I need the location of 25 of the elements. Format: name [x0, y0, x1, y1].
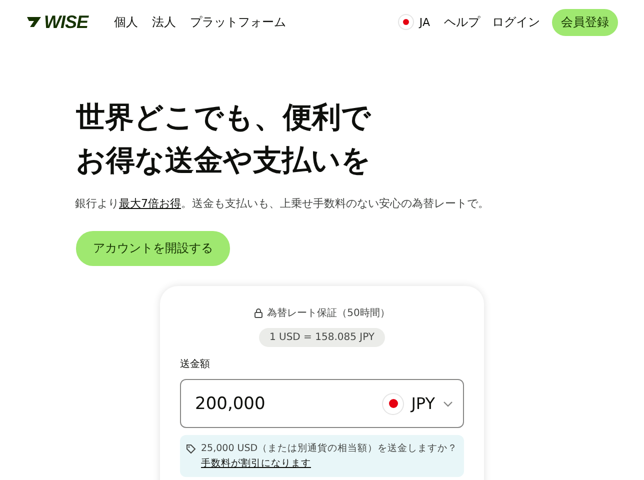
amount-field[interactable]: 200,000 JPY: [180, 379, 464, 428]
flag-icon[interactable]: [399, 15, 414, 29]
tag-icon: [186, 444, 196, 454]
header-link[interactable]: ヘルプ: [444, 14, 480, 30]
savings-link[interactable]: 最大7倍お得: [119, 197, 181, 210]
subtitle: 銀行より 最大7倍お得。送金も支払いも、上乗せ手数料のない安心の為替レートで。: [75, 196, 490, 211]
logo-mark-icon: [26, 16, 42, 28]
language-label[interactable]: JA: [419, 16, 430, 28]
discount-notice: 25,000 USD（または別通貨の相当額）を送金しますか？ 手数料が割引になります: [201, 442, 458, 471]
lock-icon: [254, 308, 264, 318]
chevron-down-icon[interactable]: [443, 400, 453, 406]
exchange-rate: 1 USD = 158.085 JPY: [259, 328, 385, 347]
currency-code[interactable]: JPY: [411, 394, 435, 413]
open-account-button[interactable]: アカウントを開設する: [76, 231, 230, 266]
rate-guarantee: 為替レート保証（50時間）: [267, 306, 390, 320]
header-link[interactable]: ログイン: [492, 14, 540, 30]
nav-link[interactable]: プラットフォーム: [190, 14, 286, 30]
signup-button[interactable]: 会員登録: [552, 8, 618, 36]
discount-link[interactable]: 手数料が割引になります: [201, 458, 311, 469]
nav-link[interactable]: 個人: [114, 14, 138, 30]
nav-link[interactable]: 法人: [152, 14, 176, 30]
logo[interactable]: WISE: [44, 12, 88, 32]
headline: 世界どこでも、便利で お得な送金や支払いを: [76, 99, 372, 179]
flag-icon: [383, 394, 404, 414]
amount-label: 送金額: [180, 358, 211, 371]
